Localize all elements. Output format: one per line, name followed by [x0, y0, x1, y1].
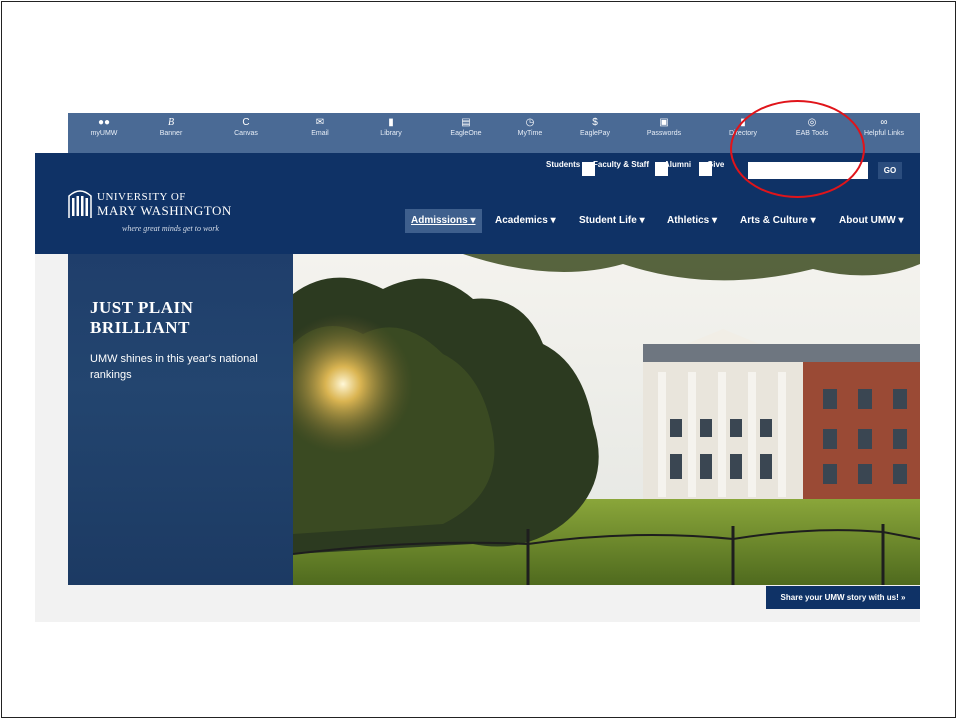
- utility-item-helpful-links[interactable]: ∞ Helpful Links: [854, 116, 914, 137]
- columns-logo-icon: [68, 190, 92, 218]
- people-icon: ●●: [97, 117, 111, 128]
- dollar-icon: $: [592, 117, 598, 128]
- utility-item-email[interactable]: ✉ Email: [290, 116, 350, 137]
- utility-item-canvas[interactable]: C Canvas: [216, 116, 276, 137]
- chevron-down-icon: ▾: [639, 215, 645, 226]
- clock-icon: ◷: [525, 117, 535, 128]
- quick-link-alumni[interactable]: Alumni: [658, 160, 697, 169]
- envelope-icon: ✉: [315, 117, 325, 128]
- chevron-down-icon: ▾: [810, 215, 816, 226]
- nav-athletics[interactable]: Athletics ▾: [667, 209, 717, 233]
- quick-links: Students: [540, 160, 586, 180]
- quick-link-faculty-staff[interactable]: Faculty & Staff: [587, 160, 655, 169]
- nav-arts-culture[interactable]: Arts & Culture ▾: [740, 209, 816, 233]
- lock-icon: ▣: [659, 117, 669, 128]
- logo-line-2: MARY WASHINGTON: [97, 203, 232, 218]
- utility-item-myumw[interactable]: ●● myUMW: [74, 116, 134, 137]
- chevron-down-icon: ▾: [550, 215, 556, 226]
- logo-line-1: UNIVERSITY OF: [97, 191, 186, 203]
- quick-link-give[interactable]: Give: [701, 160, 730, 169]
- utility-item-mytime[interactable]: ◷ MyTime: [500, 116, 560, 137]
- nav-academics[interactable]: Academics ▾: [495, 209, 556, 233]
- nav-about-umw[interactable]: About UMW ▾: [839, 209, 903, 233]
- search-go-button[interactable]: GO: [878, 162, 902, 179]
- utility-item-banner[interactable]: B Banner: [141, 116, 201, 137]
- hero-title: JUST PLAIN BRILLIANT: [90, 298, 194, 337]
- utility-item-passwords[interactable]: ▣ Passwords: [634, 116, 694, 137]
- highlight-circle-annotation: [730, 100, 865, 198]
- link-icon: ∞: [880, 117, 888, 128]
- book-icon: ▮: [388, 117, 394, 128]
- canvas-icon: C: [242, 117, 250, 128]
- card-icon: ▤: [461, 117, 471, 128]
- quick-link-students[interactable]: Students: [540, 160, 586, 169]
- chevron-down-icon: ▾: [712, 215, 718, 226]
- utility-item-eaglepay[interactable]: $ EaglePay: [565, 116, 625, 137]
- university-logo[interactable]: UNIVERSITY OF MARY WASHINGTON where grea…: [67, 188, 267, 248]
- hero-campus-photo: [293, 254, 920, 585]
- logo-tagline: where great minds get to work: [122, 224, 219, 233]
- banner-icon: B: [167, 117, 175, 128]
- utility-item-eagleone[interactable]: ▤ EagleOne: [436, 116, 496, 137]
- chevron-down-icon: ▾: [470, 215, 476, 226]
- utility-item-library[interactable]: ▮ Library: [361, 116, 421, 137]
- chevron-down-icon: ▾: [898, 215, 904, 226]
- nav-student-life[interactable]: Student Life ▾: [579, 209, 645, 233]
- nav-admissions[interactable]: Admissions ▾: [405, 209, 482, 233]
- share-story-button[interactable]: Share your UMW story with us! »: [766, 586, 920, 609]
- hero-subtitle: UMW shines in this year's national ranki…: [90, 353, 258, 381]
